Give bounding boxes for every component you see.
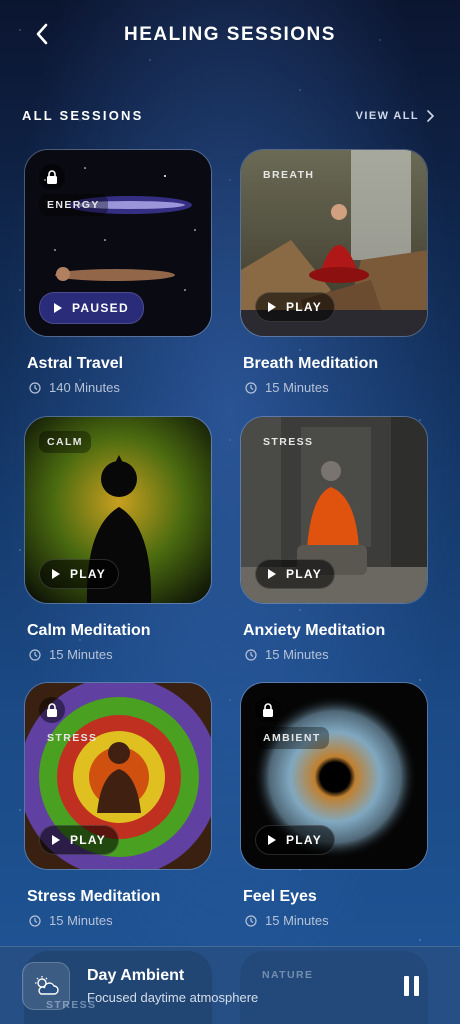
player-info: Day Ambient Focused daytime atmosphere xyxy=(87,967,258,1005)
session-duration: 15 Minutes xyxy=(240,647,428,662)
play-button[interactable]: PLAY xyxy=(39,825,120,855)
session-title: Breath Meditation xyxy=(243,355,379,372)
session-title: Stress Meditation xyxy=(27,888,161,905)
duration-label: 15 Minutes xyxy=(265,380,329,395)
session-duration: 15 Minutes xyxy=(240,913,428,928)
clock-icon xyxy=(29,914,41,927)
session-title: Feel Eyes xyxy=(243,888,317,905)
session-thumbnail[interactable]: STRESS PLAY xyxy=(240,416,428,604)
clock-icon xyxy=(29,648,41,661)
mini-player[interactable]: STRESS NATURE Day Ambient Focused daytim… xyxy=(0,946,460,1024)
lock-icon xyxy=(39,697,65,723)
play-icon xyxy=(54,303,62,313)
duration-label: 15 Minutes xyxy=(49,647,113,662)
duration-label: 15 Minutes xyxy=(49,913,113,928)
ghost-tag: NATURE xyxy=(262,969,314,981)
clock-icon xyxy=(29,381,41,394)
session-card[interactable]: STRESS PLAY Anxiety Meditation 15 Minute… xyxy=(240,416,428,662)
session-title: Anxiety Meditation xyxy=(243,622,386,639)
play-button-label: PLAY xyxy=(286,833,323,847)
play-button[interactable]: PLAY xyxy=(255,825,336,855)
page-title: HEALING SESSIONS xyxy=(124,24,336,45)
session-thumbnail[interactable]: CALM PLAY xyxy=(24,416,212,604)
session-duration: 140 Minutes xyxy=(24,380,212,395)
header: HEALING SESSIONS xyxy=(0,0,460,70)
session-tag: STRESS xyxy=(47,732,98,744)
play-button[interactable]: PLAY xyxy=(39,559,120,589)
session-thumbnail[interactable]: AMBIENT PLAY xyxy=(240,682,428,870)
play-button-label: PLAY xyxy=(70,567,107,581)
paused-button[interactable]: PAUSED xyxy=(39,292,144,324)
section-header: ALL SESSIONS VIEW ALL xyxy=(22,108,434,123)
session-title: Astral Travel xyxy=(27,355,124,372)
session-title: Calm Meditation xyxy=(27,622,151,639)
session-card[interactable]: CALM PLAY Calm Meditation 15 Minutes xyxy=(24,416,212,662)
duration-label: 15 Minutes xyxy=(265,913,329,928)
play-icon xyxy=(52,835,60,845)
session-tag: BREATH xyxy=(263,169,315,181)
player-title: Day Ambient xyxy=(87,966,185,984)
play-button[interactable]: PLAY xyxy=(255,292,336,322)
lock-icon xyxy=(39,164,65,190)
play-icon xyxy=(52,569,60,579)
play-icon xyxy=(268,302,276,312)
play-icon xyxy=(268,835,276,845)
session-card[interactable]: BREATH PLAY Breath Meditation 15 Minutes xyxy=(240,149,428,395)
session-duration: 15 Minutes xyxy=(24,913,212,928)
session-duration: 15 Minutes xyxy=(24,647,212,662)
session-card[interactable]: ENERGY PAUSED Astral Travel 140 Minutes xyxy=(24,149,212,395)
back-button[interactable] xyxy=(26,20,58,48)
session-card[interactable]: STRESS PLAY Stress Meditation 15 Minutes xyxy=(24,682,212,928)
play-button[interactable]: PLAY xyxy=(255,559,336,589)
cloud-sun-icon xyxy=(22,961,70,1010)
session-card[interactable]: AMBIENT PLAY Feel Eyes 15 Minutes xyxy=(240,682,428,928)
session-tag: STRESS xyxy=(263,436,314,448)
duration-label: 15 Minutes xyxy=(265,647,329,662)
duration-label: 140 Minutes xyxy=(49,380,120,395)
session-thumbnail[interactable]: STRESS PLAY xyxy=(24,682,212,870)
chevron-left-icon xyxy=(36,23,48,45)
view-all-label: VIEW ALL xyxy=(355,109,419,122)
section-title: ALL SESSIONS xyxy=(22,108,144,123)
pause-bar xyxy=(404,976,409,996)
session-tag: ENERGY xyxy=(39,194,108,216)
play-button-label: PLAY xyxy=(70,833,107,847)
session-tag: AMBIENT xyxy=(255,727,329,749)
lock-icon xyxy=(255,697,281,723)
session-duration: 15 Minutes xyxy=(240,380,428,395)
play-button-label: PLAY xyxy=(286,567,323,581)
play-button-label: PLAY xyxy=(286,300,323,314)
play-button-label: PAUSED xyxy=(72,301,129,315)
clock-icon xyxy=(245,381,257,394)
session-thumbnail[interactable]: BREATH PLAY xyxy=(240,149,428,337)
chevron-right-icon xyxy=(427,109,434,122)
view-all-link[interactable]: VIEW ALL xyxy=(356,110,434,122)
pause-bar xyxy=(414,976,419,996)
clock-icon xyxy=(245,648,257,661)
play-icon xyxy=(268,569,276,579)
session-thumbnail[interactable]: ENERGY PAUSED xyxy=(24,149,212,337)
player-subtitle: Focused daytime atmosphere xyxy=(87,989,259,1005)
session-tag: CALM xyxy=(39,431,91,453)
pause-button[interactable] xyxy=(404,976,420,996)
clock-icon xyxy=(245,914,257,927)
